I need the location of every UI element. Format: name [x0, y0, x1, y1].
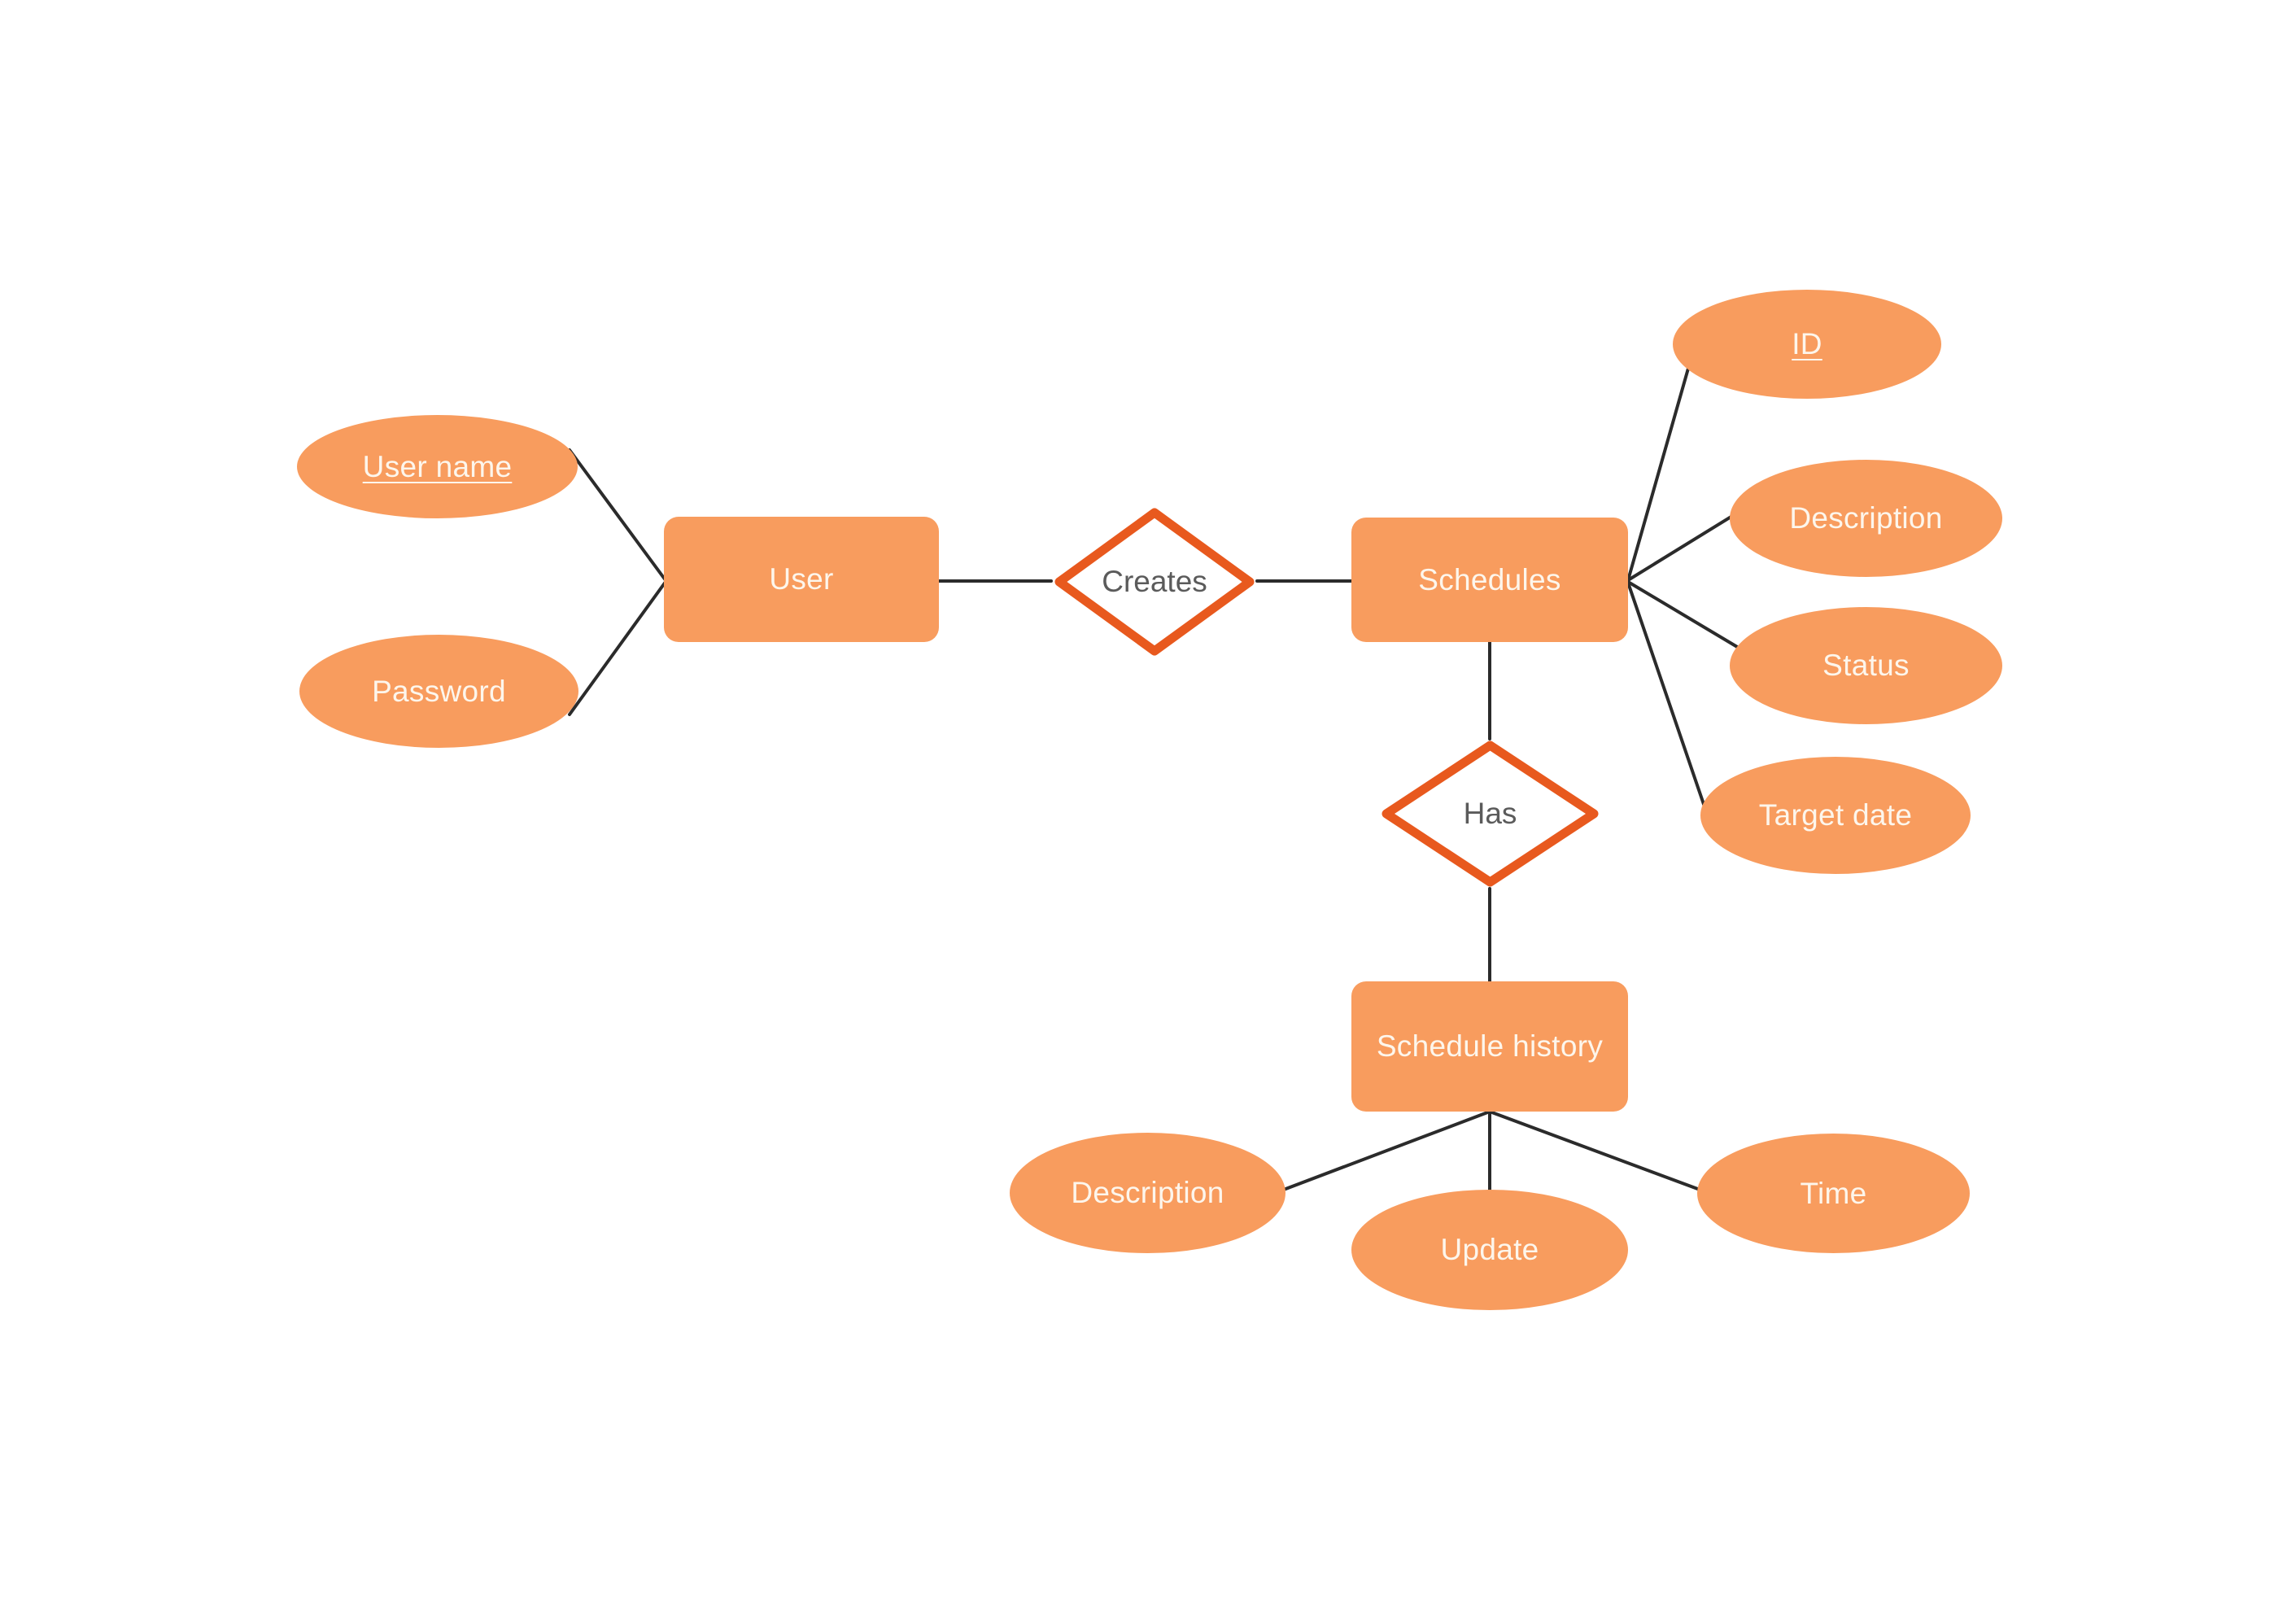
attribute-schedules-target-date[interactable]: Target date	[1700, 757, 1971, 874]
entity-schedule-history-label: Schedule history	[1376, 1029, 1604, 1063]
attribute-schedules-description[interactable]: Description	[1730, 460, 2002, 577]
attribute-user-name[interactable]: User name	[297, 415, 578, 518]
attribute-history-description[interactable]: Description	[1010, 1133, 1285, 1253]
attribute-schedules-id[interactable]: ID	[1673, 290, 1941, 399]
entity-user-label: User	[769, 562, 834, 596]
entity-schedules-label: Schedules	[1418, 562, 1561, 596]
attribute-user-name-label: User name	[362, 449, 513, 483]
attribute-schedules-status[interactable]: Status	[1730, 607, 2002, 724]
relationship-creates[interactable]: Creates	[1051, 505, 1258, 659]
entity-user[interactable]: User	[664, 517, 939, 642]
attribute-history-description-label: Description	[1071, 1176, 1224, 1209]
edge-username-user	[568, 448, 667, 582]
attribute-password-label: Password	[372, 674, 506, 708]
attribute-schedules-description-label: Description	[1789, 501, 1943, 535]
edge-schedules-status	[1626, 580, 1753, 657]
attribute-history-time-label: Time	[1800, 1176, 1867, 1210]
diamond-shape-creates	[1054, 508, 1255, 656]
edge-password-user	[568, 580, 667, 716]
attribute-history-update-label: Update	[1440, 1233, 1539, 1266]
edge-history-time	[1488, 1110, 1704, 1192]
entity-schedules[interactable]: Schedules	[1351, 518, 1628, 642]
attribute-password[interactable]: Password	[299, 635, 578, 748]
relationship-has[interactable]: Has	[1378, 737, 1602, 890]
edge-schedules-targetdate	[1626, 581, 1709, 815]
attribute-schedules-id-label: ID	[1792, 327, 1822, 360]
edge-history-description	[1280, 1110, 1491, 1192]
attribute-schedules-target-date-label: Target date	[1758, 798, 1913, 832]
diamond-shape-has	[1382, 741, 1599, 887]
entity-schedule-history[interactable]: Schedule history	[1351, 981, 1628, 1112]
attribute-history-time[interactable]: Time	[1697, 1134, 1970, 1253]
er-diagram-canvas: User name Password User Creates Schedule…	[0, 0, 2296, 1599]
attribute-history-update[interactable]: Update	[1351, 1190, 1628, 1310]
attribute-schedules-status-label: Status	[1822, 649, 1910, 682]
